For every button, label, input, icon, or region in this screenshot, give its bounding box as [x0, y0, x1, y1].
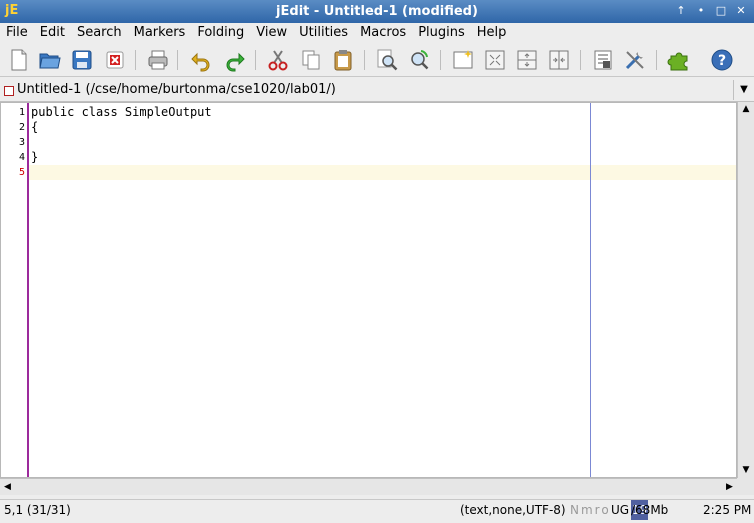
line-number: 2	[18, 122, 25, 133]
caret-position[interactable]: 5,1 (31/31)	[4, 500, 71, 520]
current-line-highlight	[29, 165, 736, 180]
redo-icon[interactable]	[223, 48, 247, 72]
encoding-status[interactable]: UG	[611, 500, 629, 520]
toolbar-separator	[135, 50, 136, 70]
window-minimize-button[interactable]: •	[694, 3, 708, 19]
menu-macros[interactable]: Macros	[354, 23, 412, 42]
toolbar-separator	[255, 50, 256, 70]
buffer-dirty-indicator-icon	[4, 86, 14, 96]
horizontal-scrollbar[interactable]: ◀ ▶	[0, 478, 737, 495]
code-line[interactable]: public class SimpleOutput	[31, 105, 212, 120]
menu-markers[interactable]: Markers	[128, 23, 192, 42]
svg-text:?: ?	[718, 53, 726, 69]
text-content[interactable]: public class SimpleOutput { }	[29, 103, 736, 477]
window-shade-button[interactable]: ↑	[674, 3, 688, 19]
scroll-left-icon[interactable]: ◀	[0, 479, 15, 495]
chevron-down-icon[interactable]: ▼	[733, 80, 754, 100]
clock: 2:25 PM	[703, 503, 752, 517]
toolbar: ?	[0, 44, 754, 77]
window-title: jEdit - Untitled-1 (modified)	[276, 4, 478, 19]
split-horizontal-icon[interactable]	[515, 48, 539, 72]
plugin-manager-icon[interactable]	[667, 48, 691, 72]
menu-view[interactable]: View	[250, 23, 293, 42]
menu-help[interactable]: Help	[471, 23, 513, 42]
global-options-icon[interactable]	[623, 48, 647, 72]
line-number: 3	[18, 137, 25, 148]
print-icon[interactable]	[146, 48, 170, 72]
find-icon[interactable]	[375, 48, 399, 72]
window-maximize-button[interactable]: □	[714, 3, 728, 19]
memory-total: /68Mb	[631, 503, 669, 517]
split-vertical-icon[interactable]	[483, 48, 507, 72]
scroll-right-icon[interactable]: ▶	[722, 479, 737, 495]
scroll-down-icon[interactable]: ▼	[738, 463, 754, 478]
scroll-up-icon[interactable]: ▲	[738, 102, 754, 117]
vertical-scrollbar[interactable]: ▲ ▼	[737, 102, 754, 478]
open-file-icon[interactable]	[38, 48, 62, 72]
wrap-guide	[590, 103, 591, 477]
text-area[interactable]: 1 2 3 4 5 public class SimpleOutput { }	[0, 102, 737, 478]
undo-icon[interactable]	[189, 48, 213, 72]
find-replace-icon[interactable]	[407, 48, 431, 72]
paste-icon[interactable]	[331, 48, 355, 72]
cut-icon[interactable]	[266, 48, 290, 72]
menu-utilities[interactable]: Utilities	[293, 23, 354, 42]
line-number: 4	[18, 152, 25, 163]
close-file-icon[interactable]	[103, 48, 127, 72]
menu-folding[interactable]: Folding	[191, 23, 250, 42]
scrollbar-corner	[737, 478, 754, 495]
toolbar-separator	[177, 50, 178, 70]
title-bar: jE jEdit - Untitled-1 (modified) ↑ • □ ✕	[0, 0, 754, 23]
help-icon[interactable]: ?	[710, 48, 734, 72]
new-file-icon[interactable]	[7, 48, 31, 72]
save-file-icon[interactable]	[70, 48, 94, 72]
line-number: 1	[18, 107, 25, 118]
new-view-icon[interactable]	[451, 48, 475, 72]
status-bar: 5,1 (31/31) (text,none,UTF-8) Nmro UG 19…	[0, 499, 754, 522]
copy-icon[interactable]	[299, 48, 323, 72]
menu-plugins[interactable]: Plugins	[412, 23, 471, 42]
code-line[interactable]: {	[31, 120, 38, 135]
menu-file[interactable]: File	[0, 23, 34, 42]
toolbar-separator	[364, 50, 365, 70]
line-number-gutter: 1 2 3 4 5	[1, 103, 29, 477]
menu-search[interactable]: Search	[71, 23, 128, 42]
code-line[interactable]: }	[31, 150, 38, 165]
buffer-mode-status[interactable]: (text,none,UTF-8)	[460, 500, 566, 520]
toolbar-separator	[440, 50, 441, 70]
buffer-switcher[interactable]: Untitled-1 (/cse/home/burtonma/cse1020/l…	[0, 80, 754, 102]
window-close-button[interactable]: ✕	[734, 3, 748, 19]
editor-flags-status[interactable]: Nmro	[570, 500, 611, 520]
menu-bar: File Edit Search Markers Folding View Ut…	[0, 23, 754, 42]
buffer-path-label: Untitled-1 (/cse/home/burtonma/cse1020/l…	[17, 82, 336, 97]
buffer-options-icon[interactable]	[591, 48, 615, 72]
unsplit-icon[interactable]	[547, 48, 571, 72]
toolbar-separator	[580, 50, 581, 70]
menu-edit[interactable]: Edit	[34, 23, 71, 42]
current-line-number: 5	[18, 167, 25, 178]
toolbar-separator	[656, 50, 657, 70]
